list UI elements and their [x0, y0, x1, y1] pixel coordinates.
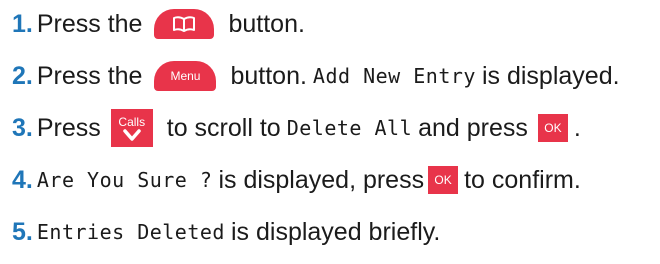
menu-button[interactable]: Menu [154, 61, 217, 91]
step-number: 4. [12, 166, 33, 194]
screen-text: Delete All [286, 116, 413, 140]
step-text: Press the [36, 62, 143, 90]
step-text: and press [418, 114, 528, 142]
ok-button[interactable]: OK [428, 166, 459, 194]
step-text: is displayed. [481, 62, 620, 90]
step-2: 2. Press the Menu button. Add New Entry … [12, 56, 626, 96]
step-number: 5. [12, 218, 33, 246]
step-text: to scroll to [166, 114, 281, 142]
step-text: button. [230, 62, 307, 90]
ok-button[interactable]: OK [537, 114, 568, 142]
calls-button-label: Calls [118, 114, 146, 129]
chevron-down-icon [123, 128, 141, 141]
step-text: is displayed briefly. [230, 218, 441, 246]
screen-text: Entries Deleted [36, 220, 225, 244]
screen-text: Add New Entry [312, 64, 476, 88]
phonebook-icon [173, 16, 196, 32]
step-number: 3. [12, 114, 33, 142]
step-text: to confirm. [464, 166, 581, 194]
step-text: Press [36, 114, 101, 142]
calls-button[interactable]: Calls [110, 109, 153, 147]
step-number: 2. [12, 62, 33, 90]
step-text: button. [228, 10, 305, 38]
step-text: is displayed, press [218, 166, 425, 194]
step-3: 3. Press Calls to scroll to Delete All a… [12, 108, 581, 148]
screen-text: Are You Sure ? [36, 168, 213, 192]
step-text: Press the [36, 10, 143, 38]
step-text: . [573, 114, 581, 142]
step-4: 4. Are You Sure ? is displayed, press OK… [12, 160, 581, 200]
instruction-steps: 1. Press the button. 2. Press the Menu b… [0, 0, 660, 264]
step-5: 5. Entries Deleted is displayed briefly. [12, 212, 440, 252]
step-1: 1. Press the button. [12, 4, 311, 44]
step-number: 1. [12, 10, 33, 38]
phonebook-button[interactable] [154, 9, 215, 39]
